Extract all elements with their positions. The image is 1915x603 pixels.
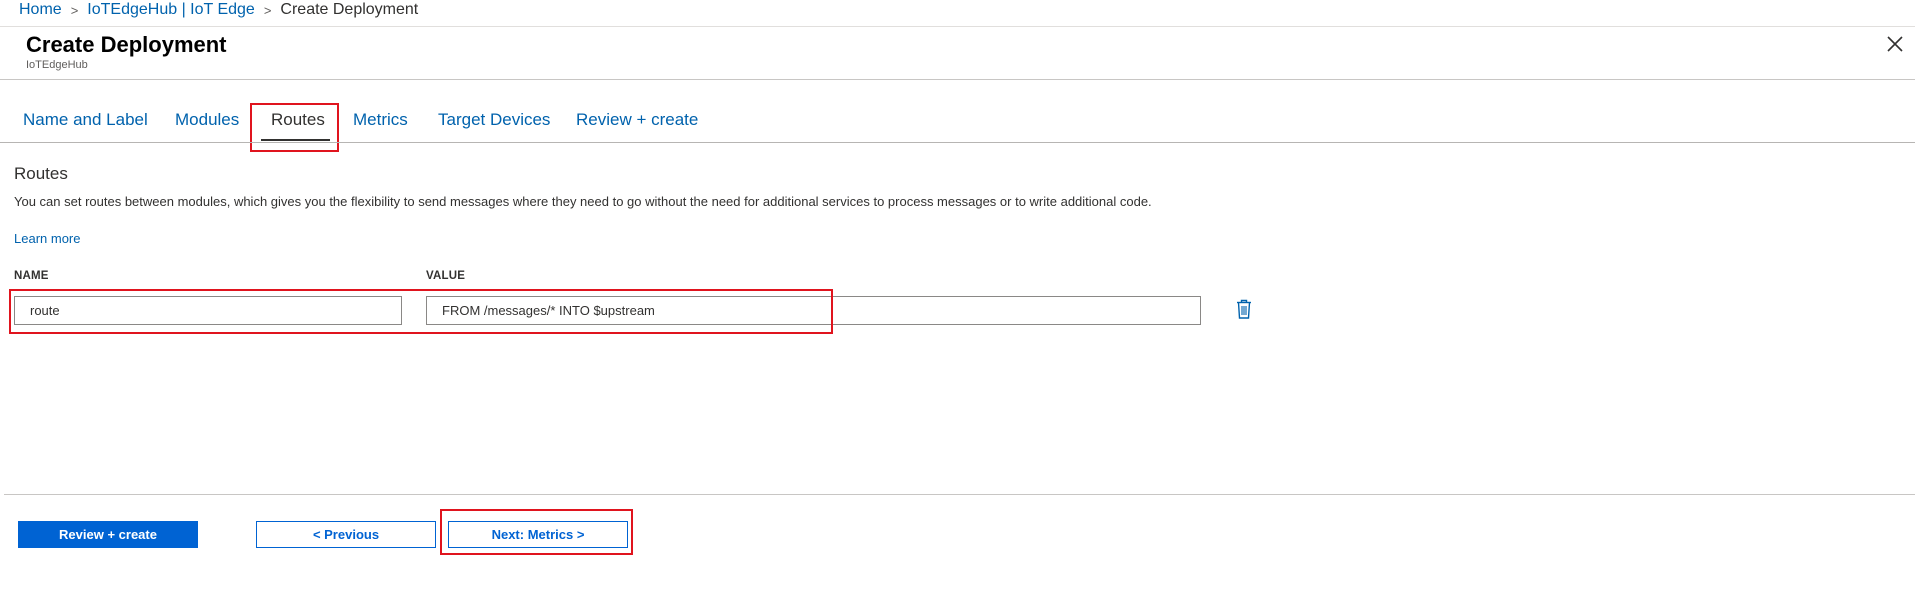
tab-name-and-label[interactable]: Name and Label: [23, 110, 148, 130]
divider: [4, 494, 1915, 495]
breadcrumb-hub-link[interactable]: IoTEdgeHub | IoT Edge: [87, 1, 255, 19]
learn-more-link[interactable]: Learn more: [14, 231, 80, 246]
active-tab-indicator: [261, 139, 330, 141]
value-column-header: VALUE: [426, 270, 466, 282]
divider: [0, 142, 1915, 143]
page-subtitle: IoTEdgeHub: [26, 59, 88, 71]
tab-review-create[interactable]: Review + create: [576, 110, 698, 130]
breadcrumb: Home > IoTEdgeHub | IoT Edge > Create De…: [19, 0, 418, 20]
route-value-input[interactable]: [426, 296, 1201, 325]
trash-icon[interactable]: [1235, 298, 1253, 320]
divider: [0, 79, 1915, 80]
page-title: Create Deployment: [26, 32, 227, 57]
tab-metrics[interactable]: Metrics: [353, 110, 408, 130]
route-name-input[interactable]: [14, 296, 402, 325]
tab-target-devices[interactable]: Target Devices: [438, 110, 550, 130]
section-title: Routes: [14, 164, 68, 183]
breadcrumb-home-link[interactable]: Home: [19, 1, 62, 19]
close-icon[interactable]: [1884, 33, 1906, 55]
chevron-right-icon: >: [70, 2, 79, 18]
section-description: You can set routes between modules, whic…: [14, 194, 1152, 209]
review-create-button[interactable]: Review + create: [18, 521, 198, 548]
name-column-header: NAME: [14, 270, 49, 282]
tab-modules[interactable]: Modules: [175, 110, 239, 130]
divider: [0, 26, 1915, 27]
previous-button[interactable]: < Previous: [256, 521, 436, 548]
tab-routes[interactable]: Routes: [271, 110, 325, 130]
next-metrics-button[interactable]: Next: Metrics >: [448, 521, 628, 548]
chevron-right-icon: >: [263, 2, 272, 18]
breadcrumb-current: Create Deployment: [280, 1, 419, 18]
